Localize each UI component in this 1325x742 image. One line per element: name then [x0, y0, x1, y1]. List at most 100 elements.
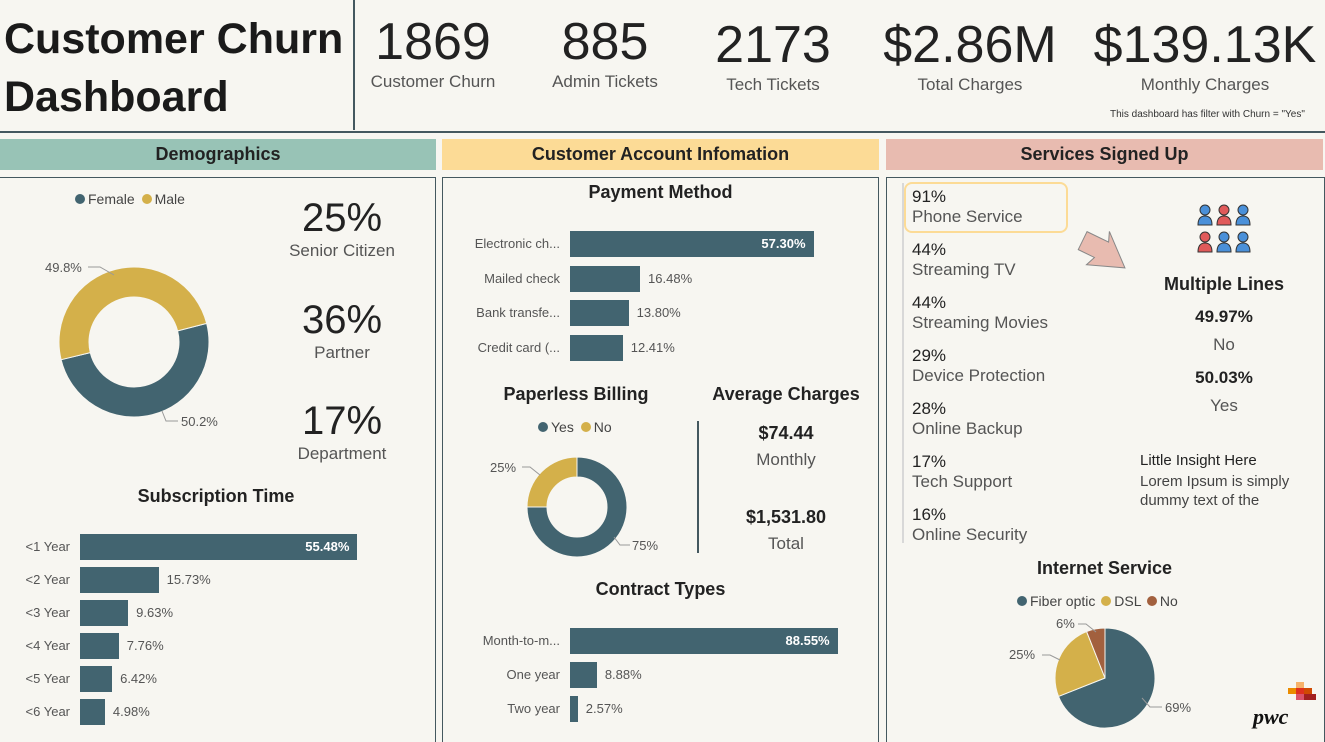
bar-row[interactable]: <6 Year 4.98% — [0, 699, 436, 725]
service-label: Online Security — [912, 525, 1028, 544]
kpi-tech-tickets[interactable]: 2173 Tech Tickets — [702, 13, 844, 95]
subscription-title: Subscription Time — [137, 486, 295, 506]
filter-note: This dashboard has filter with Churn = "… — [1110, 109, 1305, 120]
bar[interactable]: 55.48% — [80, 534, 358, 560]
legend-male[interactable]: Male — [141, 191, 185, 207]
bar[interactable] — [570, 300, 629, 326]
kpi-monthly-charges[interactable]: $139.13K Monthly Charges — [1090, 13, 1320, 95]
bar-row[interactable]: Mailed check 16.48% — [442, 265, 879, 292]
legend-label: No — [1159, 593, 1178, 609]
service-pct: 28% — [912, 399, 947, 418]
internet-legend: Fiber optic DSL No — [1017, 593, 1178, 609]
stat-department[interactable]: 17% Department — [262, 399, 422, 464]
ml-no-label: No — [1213, 335, 1235, 354]
insight-text-1: Lorem Ipsum is simply — [1140, 473, 1290, 490]
bar-category-label: <5 Year — [25, 671, 70, 686]
bar[interactable] — [80, 567, 159, 593]
bar-row[interactable]: Credit card (... 12.41% — [442, 334, 879, 361]
bar[interactable] — [80, 633, 119, 659]
multiple-lines-yes[interactable]: 50.03% Yes — [1130, 368, 1318, 416]
bar[interactable] — [80, 699, 105, 725]
avg-charges-divider — [697, 421, 699, 553]
internet-label-fiber: 69% — [1165, 700, 1191, 715]
bar[interactable] — [80, 600, 129, 626]
legend-dot-icon — [141, 194, 152, 204]
bar[interactable]: 88.55% — [570, 628, 838, 654]
section-header-demographics: Demographics — [0, 139, 436, 170]
stat-partner[interactable]: 36% Partner — [262, 298, 422, 363]
bar-row[interactable]: <5 Year 6.42% — [0, 666, 436, 692]
bar-value-label: 57.30% — [761, 236, 806, 251]
bar-row[interactable]: <4 Year 7.76% — [0, 633, 436, 659]
gender-donut-chart[interactable]: 49.8% 50.2% — [0, 215, 270, 445]
bar-row[interactable]: Bank transfe... 13.80% — [442, 300, 879, 326]
leader-line — [161, 410, 178, 422]
internet-label-no: 6% — [1056, 616, 1075, 631]
paperless-label-yes: 75% — [632, 538, 658, 553]
bar-row[interactable]: Two year 2.57% — [442, 696, 879, 722]
legend-dot-icon — [1017, 596, 1027, 606]
service-item-streaming-movies[interactable]: 44% Streaming Movies — [912, 293, 1048, 333]
service-item-phone-service[interactable]: 91% Phone Service — [912, 187, 1023, 227]
bar-value-label: 7.76% — [126, 638, 164, 653]
legend-yes[interactable]: Yes — [538, 419, 574, 435]
bar-category-label: <1 Year — [25, 539, 70, 554]
bar-row[interactable]: Month-to-m... 88.55% — [442, 628, 879, 654]
bar-row[interactable]: Electronic ch... 57.30% — [442, 231, 879, 257]
gender-donut[interactable] — [58, 266, 210, 418]
bar[interactable] — [570, 696, 578, 722]
legend-label: Fiber optic — [1030, 593, 1096, 609]
legend-no[interactable]: No — [580, 419, 612, 435]
legend-fiber-optic[interactable]: Fiber optic — [1017, 593, 1095, 609]
kpi-total-charges[interactable]: $2.86M Total Charges — [870, 13, 1070, 95]
service-label: Device Protection — [912, 366, 1046, 385]
leader-line — [1042, 654, 1061, 661]
legend-label: No — [593, 419, 612, 435]
leader-line — [522, 466, 541, 476]
header-bottom-divider — [0, 131, 1325, 133]
service-item-tech-support[interactable]: 17% Tech Support — [912, 452, 1012, 492]
kpi-admin-tickets[interactable]: 885 Admin Tickets — [534, 10, 676, 92]
kpi-customer-churn[interactable]: 1869 Customer Churn — [362, 10, 504, 92]
stat-value: 17% — [301, 399, 383, 443]
service-item-device-protection[interactable]: 29% Device Protection — [912, 346, 1045, 386]
legend-no-internet[interactable]: No — [1146, 593, 1178, 609]
legend-label: Yes — [551, 419, 574, 435]
gender-label-female: 50.2% — [181, 414, 218, 429]
bar-row[interactable]: <2 Year 15.73% — [0, 567, 436, 593]
avg-monthly[interactable]: $74.44 Monthly — [705, 423, 867, 470]
service-pct: 17% — [912, 452, 947, 471]
legend-female[interactable]: Female — [75, 191, 135, 207]
legend-dot-icon — [580, 422, 591, 432]
bar[interactable] — [570, 662, 597, 688]
bar-row[interactable]: One year 8.88% — [442, 662, 879, 688]
internet-pie-chart[interactable]: 6% 25% 69% — [1000, 612, 1220, 740]
bar-category-label: <4 Year — [25, 638, 70, 653]
stat-senior-citizen[interactable]: 25% Senior Citizen — [262, 196, 422, 261]
legend-label: Female — [88, 191, 135, 207]
kpi-label: Tech Tickets — [726, 75, 820, 94]
service-item-streaming-tv[interactable]: 44% Streaming TV — [912, 240, 1016, 280]
service-item-online-backup[interactable]: 28% Online Backup — [912, 399, 1023, 439]
bar[interactable] — [80, 666, 113, 692]
multiple-lines-no[interactable]: 49.97% No — [1130, 307, 1318, 355]
internet-pie[interactable] — [1054, 627, 1156, 729]
bar-value-label: 4.98% — [112, 704, 150, 719]
service-label: Phone Service — [912, 207, 1023, 226]
bar[interactable] — [570, 265, 641, 292]
service-pct: 29% — [912, 346, 947, 365]
bar[interactable] — [570, 334, 623, 361]
avg-total[interactable]: $1,531.80 Total — [705, 507, 867, 554]
paperless-donut[interactable] — [526, 456, 628, 558]
kpi-label: Customer Churn — [370, 72, 496, 91]
legend-dsl[interactable]: DSL — [1101, 593, 1141, 609]
slice-no[interactable] — [526, 456, 578, 508]
service-item-online-security[interactable]: 16% Online Security — [912, 505, 1027, 545]
bar[interactable]: 57.30% — [570, 231, 814, 257]
insight-text-2: dummy text of the — [1140, 492, 1260, 509]
bar-row[interactable]: <1 Year 55.48% — [0, 534, 436, 560]
bar-category-label: Mailed check — [484, 270, 560, 286]
bar-row[interactable]: <3 Year 9.63% — [0, 600, 436, 626]
people-group-icon — [1197, 204, 1251, 253]
paperless-donut-chart[interactable]: 25% 75% — [480, 445, 690, 565]
